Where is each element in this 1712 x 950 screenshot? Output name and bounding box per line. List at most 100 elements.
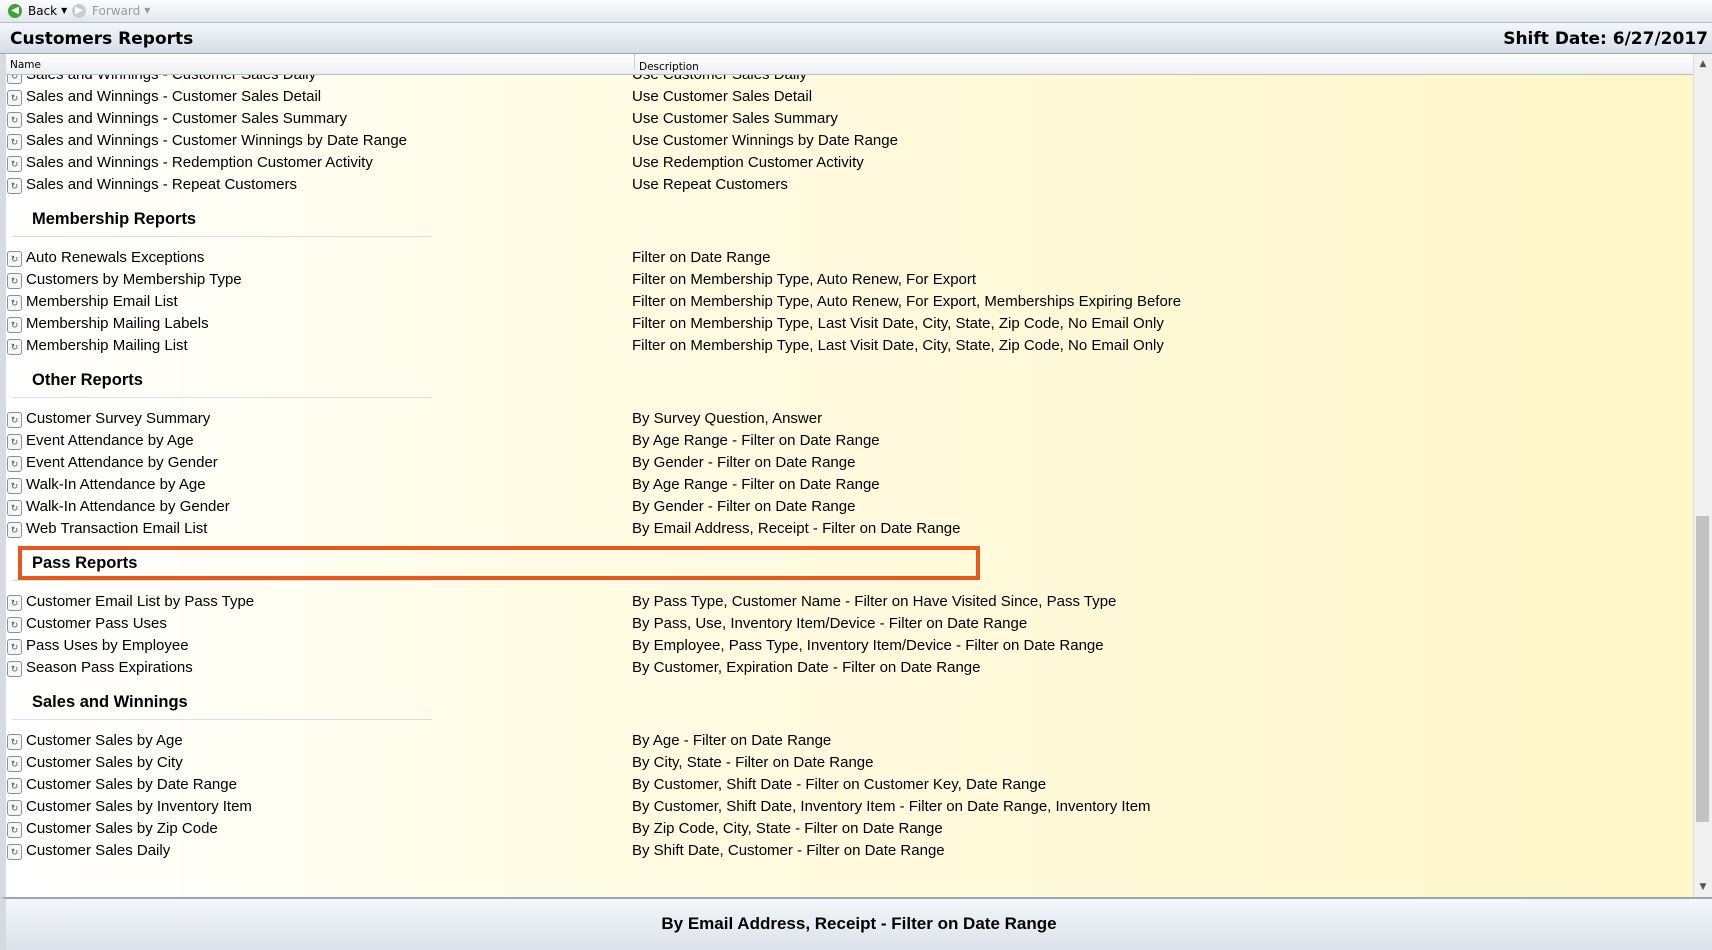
section-divider <box>12 580 432 581</box>
report-icon: ↻ <box>7 500 22 516</box>
navigation-bar: ◀ Back ▼ ▶ Forward ▼ <box>0 0 1712 23</box>
report-row[interactable]: ↻ Customer Sales by Date Range By Customer… <box>6 774 1696 796</box>
report-row[interactable]: ↻ Customer Email List by Pass Type By Pass… <box>6 591 1696 613</box>
report-row[interactable]: ↻ Sales and Winnings - Customer Sales Sum… <box>6 108 1696 130</box>
report-icon: ↻ <box>7 595 22 611</box>
selected-description-panel: By Email Address, Receipt - Filter on Da… <box>0 897 1712 950</box>
report-row[interactable]: ↻ Customers by Membership Type Filter on M… <box>6 269 1696 291</box>
report-name: Customer Pass Uses <box>26 615 167 632</box>
scrollbar-thumb[interactable] <box>1696 516 1709 822</box>
report-description: Use Customer Sales Detail <box>632 88 813 105</box>
report-name: Customer Sales by Inventory Item <box>26 798 252 815</box>
report-name: Event Attendance by Gender <box>26 454 218 471</box>
forward-dropdown-icon[interactable]: ▼ <box>144 4 150 18</box>
report-row[interactable]: ↻ Customer Sales by Zip Code By Zip Code, … <box>6 818 1696 840</box>
scroll-up-icon[interactable]: ▲ <box>1694 57 1712 71</box>
report-row[interactable]: ↻ Event Attendance by Gender By Gender - F… <box>6 452 1696 474</box>
report-icon: ↻ <box>7 844 22 860</box>
forward-button[interactable]: ▶ Forward ▼ <box>72 4 150 18</box>
report-row[interactable]: ↻ Customer Sales by Age By Age - Filter on… <box>6 730 1696 752</box>
report-row[interactable]: ↻ Customer Survey Summary By Survey Questi… <box>6 408 1696 430</box>
report-row[interactable]: ↻ Walk-In Attendance by Age By Age Range -… <box>6 474 1696 496</box>
report-row[interactable]: ↻ Sales and Winnings - Repeat Customers Us… <box>6 174 1696 196</box>
report-name: Sales and Winnings - Redemption Customer… <box>26 154 373 171</box>
report-row[interactable]: ↻ Season Pass Expirations By Customer, Exp… <box>6 657 1696 679</box>
report-name: Customer Survey Summary <box>26 410 211 427</box>
report-description: Filter on Date Range <box>632 249 771 266</box>
report-row[interactable]: ↻ Membership Mailing List Filter on Member… <box>6 335 1696 357</box>
report-description: By Employee, Pass Type, Inventory Item/D… <box>632 637 1104 654</box>
report-row[interactable]: ↻ Pass Uses by Employee By Employee, Pass … <box>6 635 1696 657</box>
report-description: By Gender - Filter on Date Range <box>632 454 856 471</box>
report-name: Sales and Winnings - Customer Sales Deta… <box>26 88 322 105</box>
vertical-scrollbar[interactable]: ▲ ▼ <box>1693 54 1712 897</box>
section-divider <box>12 397 432 398</box>
report-icon: ↻ <box>7 412 22 428</box>
section-divider <box>12 719 432 720</box>
report-description: By Zip Code, City, State - Filter on Dat… <box>632 820 943 837</box>
report-name: Customer Sales by Age <box>26 732 183 749</box>
report-icon: ↻ <box>7 156 22 172</box>
report-description: By Customer, Shift Date - Filter on Cust… <box>632 776 1047 793</box>
report-icon: ↻ <box>7 661 22 677</box>
report-row[interactable]: ↻ Customer Sales Daily By Shift Date, Cust… <box>6 840 1696 862</box>
report-row[interactable]: ↻ Customer Pass Uses By Pass, Use, Invento… <box>6 613 1696 635</box>
report-row[interactable]: ↻ Sales and Winnings - Redemption Custome… <box>6 152 1696 174</box>
report-name: Season Pass Expirations <box>26 659 193 676</box>
report-icon: ↻ <box>7 478 22 494</box>
report-name: Customer Email List by Pass Type <box>26 593 255 610</box>
back-dropdown-icon[interactable]: ▼ <box>61 4 67 18</box>
report-icon: ↻ <box>7 339 22 355</box>
report-description: By Survey Question, Answer <box>632 410 823 427</box>
section-header: Membership Reports <box>6 196 1696 247</box>
report-icon: ↻ <box>7 112 22 128</box>
report-name: Customers by Membership Type <box>26 271 242 288</box>
report-description: Use Customer Sales Summary <box>632 110 838 127</box>
page-title: Customers Reports <box>10 29 194 49</box>
report-row[interactable]: ↻ Membership Email List Filter on Membersh… <box>6 291 1696 313</box>
report-name: Sales and Winnings - Customer Sales Summ… <box>26 110 347 127</box>
report-row[interactable]: ↻ Web Transaction Email List By Email Addr… <box>6 518 1696 540</box>
report-icon: ↻ <box>7 90 22 106</box>
section-title: Other Reports <box>32 371 143 389</box>
selected-description: By Email Address, Receipt - Filter on Da… <box>661 914 1057 933</box>
report-row[interactable]: ↻ Sales and Winnings - Customer Winnings … <box>6 130 1696 152</box>
report-description: Use Repeat Customers <box>632 176 788 193</box>
report-description: By Age Range - Filter on Date Range <box>632 432 880 449</box>
report-icon: ↻ <box>7 822 22 838</box>
report-description: By Customer, Shift Date, Inventory Item … <box>632 798 1151 815</box>
report-name: Membership Email List <box>26 293 178 310</box>
report-name: Customer Sales by Zip Code <box>26 820 218 837</box>
report-description: Filter on Membership Type, Last Visit Da… <box>632 337 1164 354</box>
report-rows: ↻Sales and Winnings - Customer Sales by … <box>6 54 1696 862</box>
scroll-down-icon[interactable]: ▼ <box>1694 880 1712 894</box>
report-icon: ↻ <box>7 134 22 150</box>
column-header: Name Description <box>6 54 1696 75</box>
report-name: Customer Sales by Date Range <box>26 776 237 793</box>
column-description-header[interactable]: Description <box>634 54 1696 73</box>
report-icon: ↻ <box>7 617 22 633</box>
report-row[interactable]: ↻ Membership Mailing Labels Filter on Memb… <box>6 313 1696 335</box>
back-button[interactable]: ◀ Back ▼ <box>8 4 67 18</box>
report-name: Walk-In Attendance by Gender <box>26 498 230 515</box>
report-icon: ↻ <box>7 178 22 194</box>
report-description: By Pass, Use, Inventory Item/Device - Fi… <box>632 615 1028 632</box>
report-row[interactable]: ↻ Sales and Winnings - Customer Sales Det… <box>6 86 1696 108</box>
report-description: By Customer, Expiration Date - Filter on… <box>632 659 981 676</box>
column-name-header[interactable]: Name <box>10 59 630 71</box>
report-icon: ↻ <box>7 756 22 772</box>
page-header: Customers Reports Shift Date: 6/27/2017 <box>0 23 1712 54</box>
report-row[interactable]: ↻ Walk-In Attendance by Gender By Gender -… <box>6 496 1696 518</box>
report-description: By Email Address, Receipt - Filter on Da… <box>632 520 961 537</box>
report-description: Filter on Membership Type, Last Visit Da… <box>632 315 1164 332</box>
report-row[interactable]: ↻ Event Attendance by Age By Age Range - F… <box>6 430 1696 452</box>
report-name: Membership Mailing List <box>26 337 188 354</box>
report-row[interactable]: ↻ Customer Sales by Inventory Item By Cust… <box>6 796 1696 818</box>
reports-grid: ↻Sales and Winnings - Customer Sales by … <box>0 54 1712 897</box>
report-description: By City, State - Filter on Date Range <box>632 754 874 771</box>
report-row[interactable]: ↻ Auto Renewals Exceptions Filter on Date … <box>6 247 1696 269</box>
report-name: Auto Renewals Exceptions <box>26 249 205 266</box>
report-icon: ↻ <box>7 456 22 472</box>
report-row[interactable]: ↻ Customer Sales by City By City, State - … <box>6 752 1696 774</box>
report-name: Pass Uses by Employee <box>26 637 189 654</box>
